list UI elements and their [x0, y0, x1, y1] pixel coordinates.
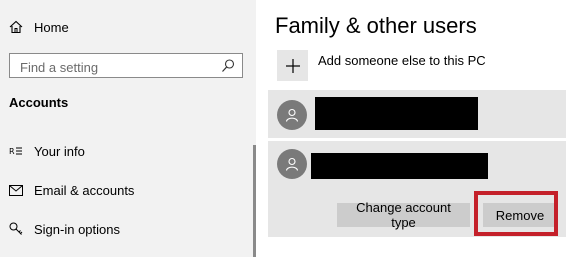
plus-icon[interactable] — [277, 50, 308, 81]
sidebar-item-label: Your info — [34, 143, 85, 159]
add-user-label: Add someone else to this PC — [318, 53, 486, 68]
user-card[interactable] — [268, 90, 566, 138]
avatar — [277, 100, 307, 130]
svg-text:R: R — [9, 147, 15, 156]
page-title: Family & other users — [275, 13, 477, 38]
sidebar-item-sign-in-options[interactable]: Sign-in options — [8, 221, 120, 237]
sidebar-item-label: Sign-in options — [34, 221, 120, 237]
main-panel: Family & other users Add someone else to… — [256, 0, 577, 257]
sidebar-item-label: Email & accounts — [34, 182, 135, 198]
search-icon[interactable] — [220, 58, 236, 74]
sidebar-item-email-accounts[interactable]: Email & accounts — [8, 182, 134, 198]
search-input[interactable] — [18, 57, 222, 77]
mail-icon — [8, 182, 24, 198]
sidebar-item-home[interactable]: Home — [8, 19, 69, 35]
search-box[interactable] — [9, 53, 243, 78]
sidebar: Home Accounts R Your info Email & accoun… — [0, 0, 256, 257]
add-user-button[interactable]: Add someone else to this PC — [277, 50, 486, 81]
avatar — [277, 149, 307, 179]
redacted-user-name — [311, 153, 488, 179]
key-icon — [8, 221, 24, 237]
highlight-box — [474, 191, 558, 236]
home-icon — [8, 19, 24, 35]
person-card-icon: R — [8, 143, 24, 159]
sidebar-item-label: Home — [34, 19, 69, 35]
change-account-type-button[interactable]: Change account type — [337, 200, 470, 230]
redacted-user-name — [315, 97, 478, 130]
section-title: Accounts — [9, 95, 69, 110]
sidebar-item-your-info[interactable]: R Your info — [8, 143, 85, 159]
